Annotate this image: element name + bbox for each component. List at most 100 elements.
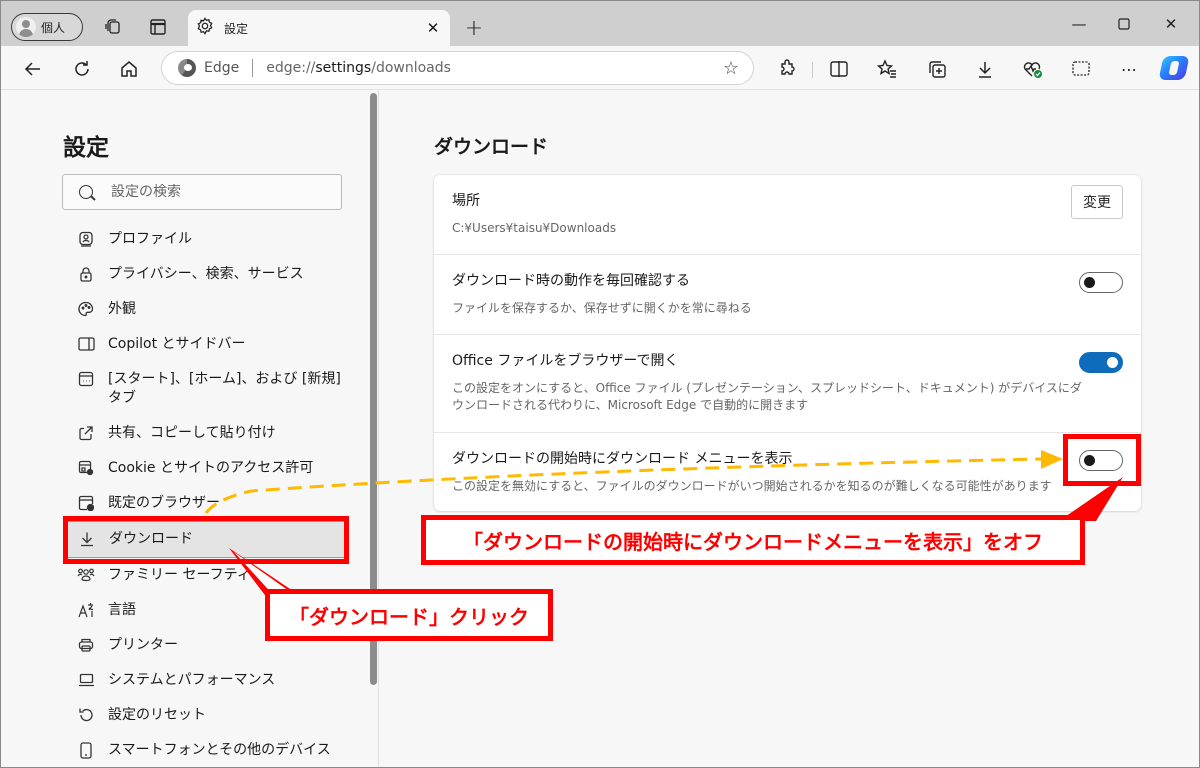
sidebar-item-phone-devices[interactable]: スマートフォンとその他のデバイス <box>65 733 345 767</box>
favorites-icon[interactable] <box>875 57 899 81</box>
setting-title: ダウンロードの開始時にダウンロード メニューを表示 <box>452 451 793 467</box>
sidebar-item-appearance[interactable]: 外観 <box>65 292 345 327</box>
language-icon <box>77 601 95 619</box>
page-title: ダウンロード <box>434 136 549 158</box>
search-icon <box>79 185 93 199</box>
url-host: settings <box>315 60 372 76</box>
workspaces-icon[interactable] <box>101 15 125 39</box>
setting-open-office-files: Office ファイルをブラウザーで開く この設定をオンにすると、Office … <box>434 335 1141 433</box>
sidebar-item-privacy[interactable]: プライバシー、検索、サービス <box>65 257 345 292</box>
setting-description: この設定をオンにすると、Office ファイル (プレゼンテーション、スプレッド… <box>452 381 1082 412</box>
url-text[interactable]: edge://settings/downloads <box>266 60 451 76</box>
profile-button[interactable]: 個人 <box>11 13 83 41</box>
settings-search-box[interactable] <box>62 174 342 210</box>
address-bar[interactable]: Edge edge://settings/downloads ☆ <box>161 51 754 85</box>
setting-ask-each-download: ダウンロード時の動作を毎回確認する ファイルを保存するか、保存せずに開くかを常に… <box>434 255 1141 335</box>
title-bar: 個人 設定 ✕ + — ✕ <box>1 1 1199 46</box>
sidebar-item-share-copy-paste[interactable]: 共有、コピーして貼り付け <box>65 416 345 451</box>
url-path: /downloads <box>371 60 451 76</box>
sidebar-item-label: 既定のブラウザー <box>108 495 220 511</box>
default-browser-icon <box>77 494 95 512</box>
phone-icon <box>77 741 95 759</box>
browser-window: 個人 設定 ✕ + — ✕ Edge edge://settings/downl… <box>0 0 1200 768</box>
open-office-files-toggle[interactable] <box>1079 352 1123 373</box>
new-tab-button[interactable]: + <box>461 15 487 41</box>
maximize-button[interactable] <box>1104 11 1144 37</box>
sidebar-item-copilot[interactable]: Copilot とサイドバー <box>65 327 345 362</box>
settings-search-input[interactable] <box>111 184 311 200</box>
highlight-toggle <box>1063 434 1141 486</box>
setting-show-downloads-menu: ダウンロードの開始時にダウンロード メニューを表示 この設定を無効にすると、ファ… <box>434 433 1141 511</box>
callout-click-downloads: 「ダウンロード」クリック <box>265 589 553 641</box>
setting-location: 場所 C:¥Users¥taisu¥Downloads 変更 <box>434 175 1141 255</box>
new-tab-page-icon <box>77 370 95 388</box>
sidebar-item-label: プライバシー、検索、サービス <box>108 266 304 282</box>
close-tab-icon[interactable]: ✕ <box>422 17 444 39</box>
sidebar-item-label: 共有、コピーして貼り付け <box>108 425 276 441</box>
sidebar-item-label: Cookie とサイトのアクセス許可 <box>108 460 314 476</box>
downloads-icon[interactable] <box>973 57 997 81</box>
address-separator <box>252 59 254 77</box>
extensions-icon[interactable] <box>775 57 799 81</box>
sidebar-item-label: スマートフォンとその他のデバイス <box>108 742 331 758</box>
downloads-settings-card: 場所 C:¥Users¥taisu¥Downloads 変更 ダウンロード時の動… <box>434 175 1141 511</box>
sidebar-nav: プロファイル プライバシー、検索、サービス 外観 Copilot とサイドバー … <box>65 222 345 767</box>
screenshot-icon[interactable] <box>1069 57 1093 81</box>
highlight-downloads-item <box>63 516 349 564</box>
site-name: Edge <box>204 60 240 76</box>
back-button[interactable] <box>19 55 47 83</box>
lock-icon <box>77 265 95 283</box>
minimize-button[interactable]: — <box>1059 11 1099 37</box>
sidebar-icon <box>77 335 95 353</box>
site-permissions-icon <box>77 459 95 477</box>
refresh-button[interactable] <box>68 55 96 83</box>
gear-icon <box>196 17 214 39</box>
setting-description: ファイルを保存するか、保存せずに開くかを常に尋ねる <box>452 301 752 315</box>
copilot-icon[interactable] <box>1158 56 1190 80</box>
download-path: C:¥Users¥taisu¥Downloads <box>452 221 617 235</box>
add-favorite-star-icon[interactable]: ☆ <box>723 58 739 79</box>
vertical-tabs-icon[interactable] <box>146 15 170 39</box>
sidebar-title: 設定 <box>63 135 109 161</box>
sidebar-item-label: 設定のリセット <box>108 707 206 723</box>
collections-icon[interactable] <box>925 57 949 81</box>
profile-icon <box>77 230 95 248</box>
toolbar: Edge edge://settings/downloads ☆ ⋯ <box>1 46 1199 90</box>
toolbar-separator <box>812 62 813 78</box>
sidebar-item-start-home-newtab[interactable]: [スタート]、[ホーム]、および [新規] タブ <box>65 362 345 416</box>
family-icon <box>77 566 95 584</box>
sidebar-item-reset-settings[interactable]: 設定のリセット <box>65 698 345 733</box>
more-menu-icon[interactable]: ⋯ <box>1117 57 1141 81</box>
sidebar-item-label: プロファイル <box>108 231 192 247</box>
callout-turn-off-toggle: 「ダウンロードの開始時にダウンロードメニューを表示」をオフ <box>421 515 1085 565</box>
split-screen-icon[interactable] <box>827 57 851 81</box>
settings-main: ダウンロード 場所 C:¥Users¥taisu¥Downloads 変更 ダウ… <box>380 90 1199 767</box>
share-icon <box>77 424 95 442</box>
browser-essentials-icon[interactable] <box>1021 57 1045 81</box>
reset-icon <box>77 706 95 724</box>
sidebar-item-label: 外観 <box>108 301 136 317</box>
setting-description: この設定を無効にすると、ファイルのダウンロードがいつ開始されるかを知るのが難しく… <box>452 479 1052 493</box>
toggle-knob <box>1107 357 1118 368</box>
close-window-button[interactable]: ✕ <box>1151 11 1191 37</box>
ask-each-download-toggle[interactable] <box>1079 272 1123 293</box>
sidebar-item-profile[interactable]: プロファイル <box>65 222 345 257</box>
setting-title: ダウンロード時の動作を毎回確認する <box>452 273 690 289</box>
sidebar-item-label: Copilot とサイドバー <box>108 336 246 352</box>
sidebar-scrollbar[interactable] <box>369 90 377 767</box>
home-button[interactable] <box>115 55 143 83</box>
tab-settings[interactable]: 設定 ✕ <box>188 10 450 46</box>
change-location-button[interactable]: 変更 <box>1071 185 1123 219</box>
laptop-icon <box>77 671 95 689</box>
settings-sidebar: 設定 プロファイル プライバシー、検索、サービス 外観 Copilot とサイド… <box>1 90 379 767</box>
sidebar-item-label: ファミリー セーフティ <box>108 567 251 583</box>
profile-label: 個人 <box>41 20 66 35</box>
setting-title: 場所 <box>452 193 480 209</box>
tab-title: 設定 <box>224 21 249 36</box>
avatar-icon <box>16 17 36 37</box>
sidebar-item-system-performance[interactable]: システムとパフォーマンス <box>65 663 345 698</box>
setting-title: Office ファイルをブラウザーで開く <box>452 353 679 369</box>
palette-icon <box>77 300 95 318</box>
toggle-knob <box>1084 277 1095 288</box>
sidebar-item-cookies-permissions[interactable]: Cookie とサイトのアクセス許可 <box>65 451 345 486</box>
